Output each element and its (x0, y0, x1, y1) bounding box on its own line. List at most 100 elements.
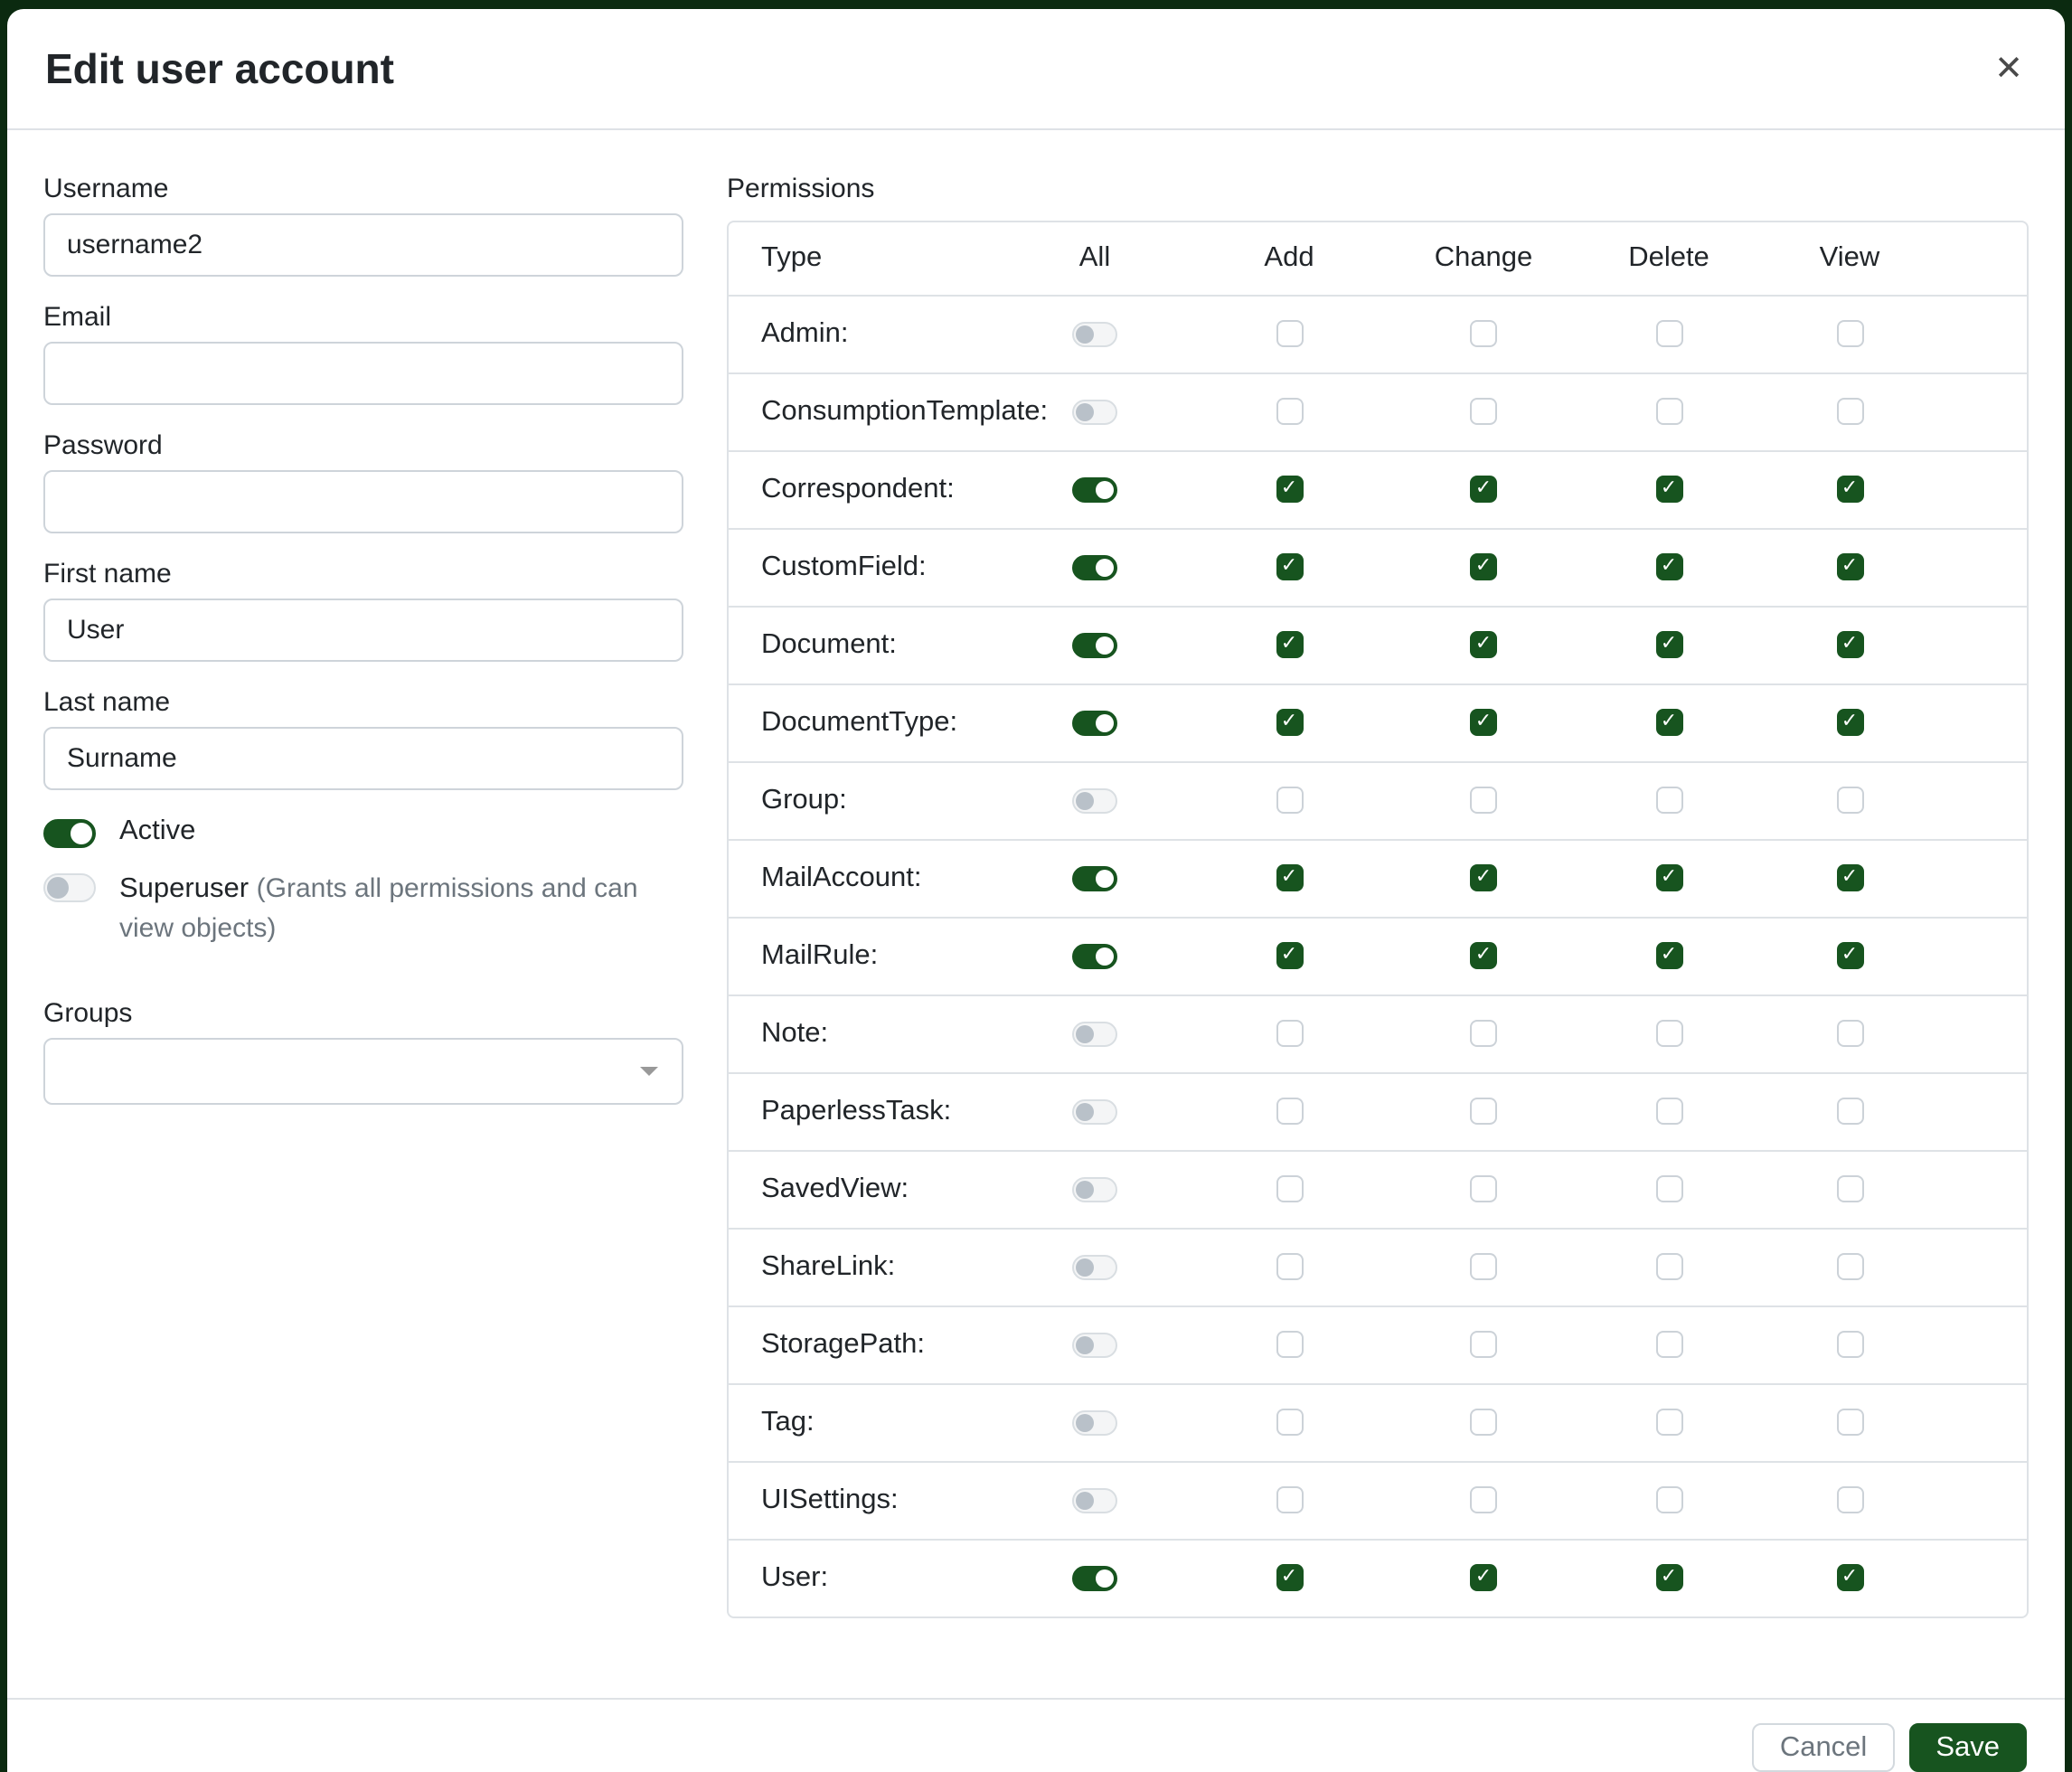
permission-view-checkbox[interactable] (1836, 1409, 1863, 1437)
permission-change-checkbox[interactable] (1470, 1332, 1497, 1359)
permission-change-checkbox[interactable]: ✓ (1470, 710, 1497, 737)
permission-add-checkbox[interactable]: ✓ (1276, 1565, 1303, 1592)
permission-delete-checkbox[interactable] (1655, 1487, 1682, 1514)
permission-view-checkbox[interactable] (1836, 787, 1863, 815)
permission-delete-checkbox[interactable]: ✓ (1655, 632, 1682, 659)
permission-view-checkbox[interactable]: ✓ (1836, 632, 1863, 659)
permission-add-checkbox[interactable] (1276, 321, 1303, 348)
permission-view-checkbox[interactable]: ✓ (1836, 710, 1863, 737)
permission-view-checkbox[interactable] (1836, 1254, 1863, 1281)
permission-add-checkbox[interactable] (1276, 399, 1303, 426)
permission-all-toggle[interactable] (1072, 477, 1117, 503)
permission-change-checkbox[interactable]: ✓ (1470, 476, 1497, 504)
permission-add-checkbox[interactable]: ✓ (1276, 476, 1303, 504)
permission-all-toggle[interactable] (1072, 866, 1117, 891)
password-input[interactable] (43, 470, 683, 533)
permission-all-toggle[interactable] (1072, 1488, 1117, 1513)
superuser-toggle[interactable] (43, 873, 96, 902)
permission-add-checkbox[interactable] (1276, 787, 1303, 815)
permission-delete-checkbox[interactable]: ✓ (1655, 710, 1682, 737)
permission-delete-checkbox[interactable] (1655, 1332, 1682, 1359)
permission-delete-checkbox[interactable] (1655, 1021, 1682, 1048)
permission-all-toggle[interactable] (1072, 1410, 1117, 1436)
permission-change-checkbox[interactable] (1470, 1021, 1497, 1048)
permission-view-checkbox[interactable] (1836, 1487, 1863, 1514)
permission-all-toggle[interactable] (1072, 1255, 1117, 1280)
permission-change-checkbox[interactable] (1470, 787, 1497, 815)
permission-change-checkbox[interactable] (1470, 1254, 1497, 1281)
permission-delete-checkbox[interactable] (1655, 1409, 1682, 1437)
permission-view-checkbox[interactable]: ✓ (1836, 476, 1863, 504)
permission-add-checkbox[interactable]: ✓ (1276, 554, 1303, 581)
permission-add-checkbox[interactable] (1276, 1332, 1303, 1359)
permission-all-toggle[interactable] (1072, 555, 1117, 580)
permission-all-toggle[interactable] (1072, 1099, 1117, 1125)
permission-all-toggle[interactable] (1072, 1022, 1117, 1047)
permission-all-toggle[interactable] (1072, 1566, 1117, 1591)
permission-change-checkbox[interactable] (1470, 321, 1497, 348)
permission-view-checkbox[interactable]: ✓ (1836, 865, 1863, 892)
save-button[interactable]: Save (1908, 1723, 2027, 1772)
permission-change-checkbox[interactable] (1470, 399, 1497, 426)
permission-add-checkbox[interactable] (1276, 1487, 1303, 1514)
permission-all-toggle[interactable] (1072, 711, 1117, 736)
permission-add-checkbox[interactable]: ✓ (1276, 632, 1303, 659)
permission-add-checkbox[interactable] (1276, 1254, 1303, 1281)
permission-delete-checkbox[interactable] (1655, 1254, 1682, 1281)
permission-all-toggle[interactable] (1072, 1333, 1117, 1358)
permission-change-checkbox[interactable]: ✓ (1470, 865, 1497, 892)
permission-change-checkbox[interactable]: ✓ (1470, 943, 1497, 970)
permission-add-checkbox[interactable] (1276, 1021, 1303, 1048)
permission-add-checkbox[interactable] (1276, 1098, 1303, 1126)
permission-row: SavedView: (729, 1150, 2027, 1228)
permission-all-toggle[interactable] (1072, 633, 1117, 658)
permission-add-checkbox[interactable]: ✓ (1276, 710, 1303, 737)
permission-change-checkbox[interactable] (1470, 1487, 1497, 1514)
permission-add-checkbox[interactable] (1276, 1176, 1303, 1203)
permission-change-checkbox[interactable]: ✓ (1470, 554, 1497, 581)
permission-view-checkbox[interactable] (1836, 1176, 1863, 1203)
permission-all-toggle[interactable] (1072, 400, 1117, 425)
permission-row: Correspondent:✓✓✓✓ (729, 450, 2027, 528)
permission-change-checkbox[interactable] (1470, 1176, 1497, 1203)
permission-change-checkbox[interactable]: ✓ (1470, 1565, 1497, 1592)
permission-add-checkbox[interactable]: ✓ (1276, 865, 1303, 892)
toggle-knob (1096, 947, 1114, 966)
permission-all-toggle[interactable] (1072, 788, 1117, 814)
last-name-input[interactable] (43, 727, 683, 790)
permission-view-checkbox[interactable] (1836, 1098, 1863, 1126)
permission-delete-checkbox[interactable] (1655, 787, 1682, 815)
permission-all-toggle[interactable] (1072, 944, 1117, 969)
permission-add-checkbox[interactable] (1276, 1409, 1303, 1437)
permission-change-checkbox[interactable] (1470, 1409, 1497, 1437)
permission-delete-checkbox[interactable] (1655, 321, 1682, 348)
permission-all-toggle[interactable] (1072, 1177, 1117, 1202)
permission-delete-checkbox[interactable] (1655, 399, 1682, 426)
permission-change-checkbox[interactable]: ✓ (1470, 632, 1497, 659)
permission-type-label: Note: (729, 1018, 1000, 1051)
permission-delete-checkbox[interactable]: ✓ (1655, 476, 1682, 504)
permission-delete-checkbox[interactable] (1655, 1176, 1682, 1203)
close-icon[interactable]: ✕ (1991, 45, 2027, 94)
username-input[interactable] (43, 213, 683, 277)
permission-view-checkbox[interactable]: ✓ (1836, 943, 1863, 970)
email-input[interactable] (43, 342, 683, 405)
permission-delete-checkbox[interactable]: ✓ (1655, 1565, 1682, 1592)
permission-view-checkbox[interactable] (1836, 399, 1863, 426)
permission-all-toggle[interactable] (1072, 322, 1117, 347)
permission-view-checkbox[interactable]: ✓ (1836, 1565, 1863, 1592)
permission-view-checkbox[interactable]: ✓ (1836, 554, 1863, 581)
permission-add-checkbox[interactable]: ✓ (1276, 943, 1303, 970)
permission-view-checkbox[interactable] (1836, 321, 1863, 348)
first-name-input[interactable] (43, 599, 683, 662)
cancel-button[interactable]: Cancel (1753, 1723, 1895, 1772)
permission-delete-checkbox[interactable]: ✓ (1655, 865, 1682, 892)
permission-delete-checkbox[interactable] (1655, 1098, 1682, 1126)
permission-delete-checkbox[interactable]: ✓ (1655, 943, 1682, 970)
active-toggle[interactable] (43, 819, 96, 848)
permission-change-checkbox[interactable] (1470, 1098, 1497, 1126)
permission-delete-checkbox[interactable]: ✓ (1655, 554, 1682, 581)
permission-view-checkbox[interactable] (1836, 1021, 1863, 1048)
groups-select[interactable] (43, 1037, 683, 1104)
permission-view-checkbox[interactable] (1836, 1332, 1863, 1359)
